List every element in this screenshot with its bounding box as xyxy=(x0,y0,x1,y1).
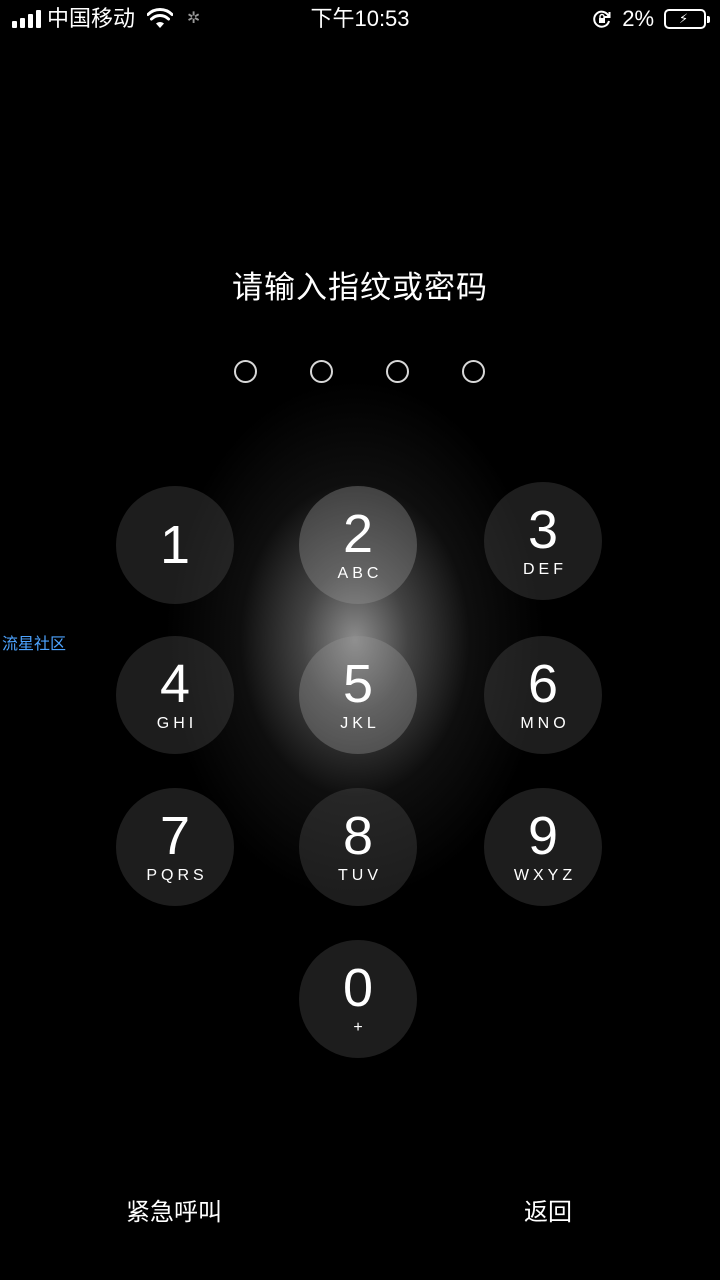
key-letters: DEF xyxy=(523,561,567,578)
key-digit: 9 xyxy=(527,806,559,866)
lock-screen: 中国移动 ✲ 下午10:53 2% ⚡ 请输入指纹或密码 1 2 ABC 3 D… xyxy=(0,0,720,1280)
passcode-dot xyxy=(310,360,333,383)
passcode-dot xyxy=(386,360,409,383)
key-digit: 6 xyxy=(527,654,559,714)
key-6[interactable]: 6 MNO xyxy=(484,636,602,754)
key-2[interactable]: 2 ABC xyxy=(299,486,417,604)
key-8[interactable]: 8 TUV xyxy=(299,788,417,906)
passcode-dots xyxy=(0,360,720,384)
watermark-label: 流星社区 xyxy=(2,636,67,653)
passcode-dot xyxy=(462,360,485,383)
passcode-dot xyxy=(234,360,257,383)
key-digit: 5 xyxy=(342,654,374,714)
battery-charging-icon: ⚡ xyxy=(664,9,710,29)
key-letters: WXYZ xyxy=(513,867,577,884)
key-digit: 8 xyxy=(342,806,374,866)
battery-percent: 2% xyxy=(622,6,654,31)
key-5[interactable]: 5 JKL xyxy=(299,636,417,754)
key-letters: MNO xyxy=(520,715,570,732)
key-4[interactable]: 4 GHI xyxy=(116,636,234,754)
key-7[interactable]: 7 PQRS xyxy=(116,788,234,906)
emergency-call-button[interactable]: 紧急呼叫 xyxy=(126,1196,222,1230)
back-button[interactable]: 返回 xyxy=(524,1196,572,1230)
key-letters: + xyxy=(353,1019,367,1036)
status-bar: 中国移动 ✲ 下午10:53 2% ⚡ xyxy=(0,0,720,38)
key-letters: GHI xyxy=(156,715,198,732)
key-letters: ABC xyxy=(337,565,383,582)
key-0[interactable]: 0 + xyxy=(299,940,417,1058)
key-digit: 7 xyxy=(159,806,191,866)
key-letters: JKL xyxy=(340,715,380,732)
key-digit: 2 xyxy=(342,504,374,564)
key-1[interactable]: 1 xyxy=(116,486,234,604)
key-digit: 1 xyxy=(159,515,191,575)
key-9[interactable]: 9 WXYZ xyxy=(484,788,602,906)
key-letters: TUV xyxy=(338,867,382,884)
key-digit: 3 xyxy=(527,500,559,560)
rotation-lock-icon xyxy=(593,10,611,28)
key-digit: 0 xyxy=(342,958,374,1018)
key-letters: PQRS xyxy=(146,867,208,884)
key-3[interactable]: 3 DEF xyxy=(484,482,602,600)
passcode-prompt: 请输入指纹或密码 xyxy=(232,270,488,305)
key-digit: 4 xyxy=(159,654,191,714)
